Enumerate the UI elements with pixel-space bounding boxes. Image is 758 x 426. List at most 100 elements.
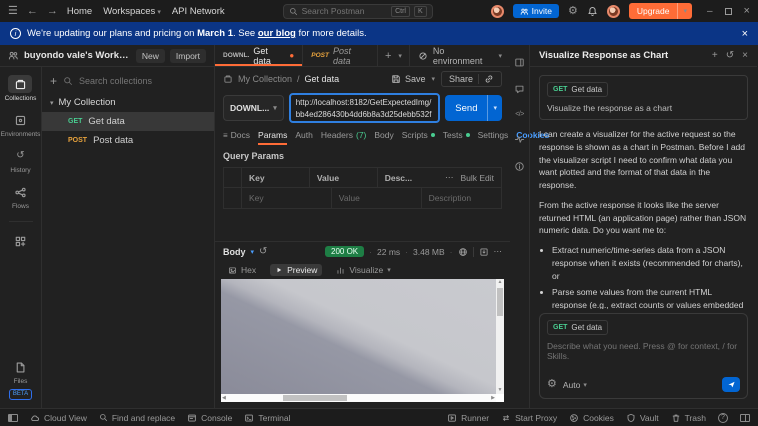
mode-selector[interactable]: Auto ▾ <box>563 380 587 390</box>
gear-icon[interactable]: ⚙ <box>568 6 578 17</box>
nav-home[interactable]: Home <box>67 6 92 17</box>
menu-icon[interactable]: ☰ <box>8 6 18 17</box>
globe-icon[interactable] <box>458 247 468 257</box>
bell-icon[interactable] <box>587 6 598 17</box>
sidebar-item-collections[interactable]: Collections <box>5 75 37 102</box>
tab-get-data[interactable]: DOWNL. Get data ● <box>215 45 303 66</box>
search-input[interactable] <box>302 6 387 16</box>
collections-search-input[interactable] <box>79 76 206 86</box>
comment-icon[interactable] <box>514 84 525 95</box>
tab-auth[interactable]: Auth <box>295 125 313 145</box>
scrollbar-thumb[interactable] <box>497 288 503 316</box>
avatar[interactable] <box>607 5 620 18</box>
scrollbar-thumb[interactable] <box>283 395 347 401</box>
close-window-button[interactable]: × <box>744 5 750 17</box>
share-button[interactable]: Share <box>441 71 502 87</box>
blog-link[interactable]: our blog <box>258 28 296 39</box>
url-input[interactable]: http://localhost:8182/GetExpectedImg/bb4… <box>289 93 441 123</box>
avatar[interactable] <box>491 5 504 18</box>
banner-close-icon[interactable]: × <box>742 28 748 40</box>
new-chat-icon[interactable]: + <box>712 50 718 61</box>
response-size[interactable]: 3.48 MB <box>413 247 445 257</box>
tab-params[interactable]: Params <box>258 125 287 145</box>
nav-api-network[interactable]: API Network <box>172 6 225 17</box>
breadcrumb-collection[interactable]: My Collection <box>238 74 292 84</box>
forward-icon[interactable]: → <box>47 6 58 17</box>
add-collection-icon[interactable]: + <box>50 74 57 88</box>
sidebar-item-environments[interactable]: Environments <box>1 111 41 138</box>
settings-gear-icon[interactable]: ⚙ <box>547 379 557 390</box>
response-time[interactable]: 22 ms <box>377 247 400 257</box>
tab-visualize[interactable]: Visualize ▾ <box>331 264 395 276</box>
nav-workspaces[interactable]: Workspaces▾ <box>103 6 161 17</box>
save-response-icon[interactable] <box>479 247 489 257</box>
documentation-icon[interactable] <box>514 57 525 68</box>
value-input[interactable]: Value <box>332 188 422 208</box>
bulk-edit-link[interactable]: Bulk Edit <box>460 173 494 183</box>
save-button[interactable]: Save <box>391 74 426 84</box>
pulse-icon[interactable] <box>514 134 525 145</box>
more-icon[interactable]: ⋯ <box>494 246 503 257</box>
help-icon[interactable]: ? <box>718 413 728 423</box>
status-badge[interactable]: 200 OK <box>325 246 364 257</box>
sidebar-item-flows[interactable]: Flows <box>9 183 33 210</box>
upgrade-button[interactable]: Upgrade ▾ <box>629 3 692 19</box>
cloud-view-button[interactable]: Cloud View <box>30 413 87 423</box>
sidebar-item-history[interactable]: ↺ History <box>9 147 33 174</box>
environment-selector[interactable]: No environment ▾ <box>409 45 510 66</box>
info-icon[interactable] <box>514 161 525 172</box>
collection-node[interactable]: ▾ My Collection <box>42 93 214 112</box>
close-panel-icon[interactable]: × <box>742 50 748 61</box>
configure-modules-button[interactable] <box>9 232 33 250</box>
tab-preview[interactable]: Preview <box>270 264 322 276</box>
vertical-scrollbar[interactable]: ▲ ▼ <box>496 279 504 394</box>
send-options-chevron-icon[interactable]: ▾ <box>488 104 502 112</box>
response-history-icon[interactable]: ↺ <box>259 247 267 257</box>
tab-body[interactable]: Body <box>374 125 393 145</box>
terminal-button[interactable]: Terminal <box>244 413 290 423</box>
postbot-input-card[interactable]: GET Get data Describe what you need. Pre… <box>539 313 748 399</box>
sidebar-item-files[interactable]: Files <box>9 358 33 385</box>
request-item-get-data[interactable]: GET Get data <box>42 112 214 131</box>
maximize-button[interactable] <box>725 8 732 15</box>
trash-button[interactable]: Trash <box>671 413 706 423</box>
scroll-up-arrow[interactable]: ▲ <box>497 279 504 286</box>
prompt-placeholder[interactable]: Describe what you need. Press @ for cont… <box>547 341 740 361</box>
scroll-left-arrow[interactable]: ◀ <box>221 395 227 402</box>
request-item-post-data[interactable]: POST Post data <box>42 131 214 150</box>
scroll-right-arrow[interactable]: ▶ <box>490 395 496 402</box>
tab-hex[interactable]: Hex <box>223 264 261 276</box>
send-prompt-button[interactable] <box>722 377 740 392</box>
more-icon[interactable]: ⋯ <box>445 172 454 183</box>
split-panel-icon[interactable] <box>740 414 750 422</box>
tab-headers[interactable]: Headers (7) <box>321 125 367 145</box>
new-tab-icon[interactable]: + <box>385 50 391 62</box>
tab-settings[interactable]: Settings <box>478 125 509 145</box>
request-context-chip[interactable]: GET Get data <box>547 320 608 335</box>
caret-down-icon[interactable]: ▾ <box>50 99 54 107</box>
horizontal-scrollbar[interactable]: ◀ ▶ <box>221 394 496 402</box>
description-input[interactable]: Description <box>422 188 501 208</box>
runner-button[interactable]: Runner <box>447 413 489 423</box>
import-button[interactable]: Import <box>170 49 206 63</box>
save-options-chevron-icon[interactable]: ▾ <box>431 75 435 83</box>
tab-scripts[interactable]: Scripts <box>402 125 435 145</box>
workspace-name[interactable]: buyondo vale's Workspace <box>24 50 131 61</box>
tab-tests[interactable]: Tests <box>443 125 470 145</box>
minimize-button[interactable]: – <box>707 6 713 17</box>
tab-list-chevron-icon[interactable]: ▾ <box>398 52 402 60</box>
invite-button[interactable]: Invite <box>513 4 559 18</box>
sidebar-toggle-icon[interactable] <box>8 414 18 422</box>
global-search[interactable]: Ctrl K <box>283 4 433 19</box>
tab-post-data[interactable]: POST Post data <box>303 45 378 66</box>
tab-docs[interactable]: ≡ Docs <box>223 125 250 145</box>
back-icon[interactable]: ← <box>27 6 38 17</box>
console-button[interactable]: Console <box>187 413 232 423</box>
response-body-dropdown[interactable]: Body <box>223 247 246 257</box>
code-icon[interactable]: </> <box>515 111 524 118</box>
chevron-down-icon[interactable]: ▾ <box>678 4 692 18</box>
cookies-button[interactable]: Cookies <box>569 413 614 423</box>
find-replace-button[interactable]: Find and replace <box>99 413 175 423</box>
key-input[interactable]: Key <box>242 188 332 208</box>
scroll-down-arrow[interactable]: ▼ <box>497 387 504 394</box>
